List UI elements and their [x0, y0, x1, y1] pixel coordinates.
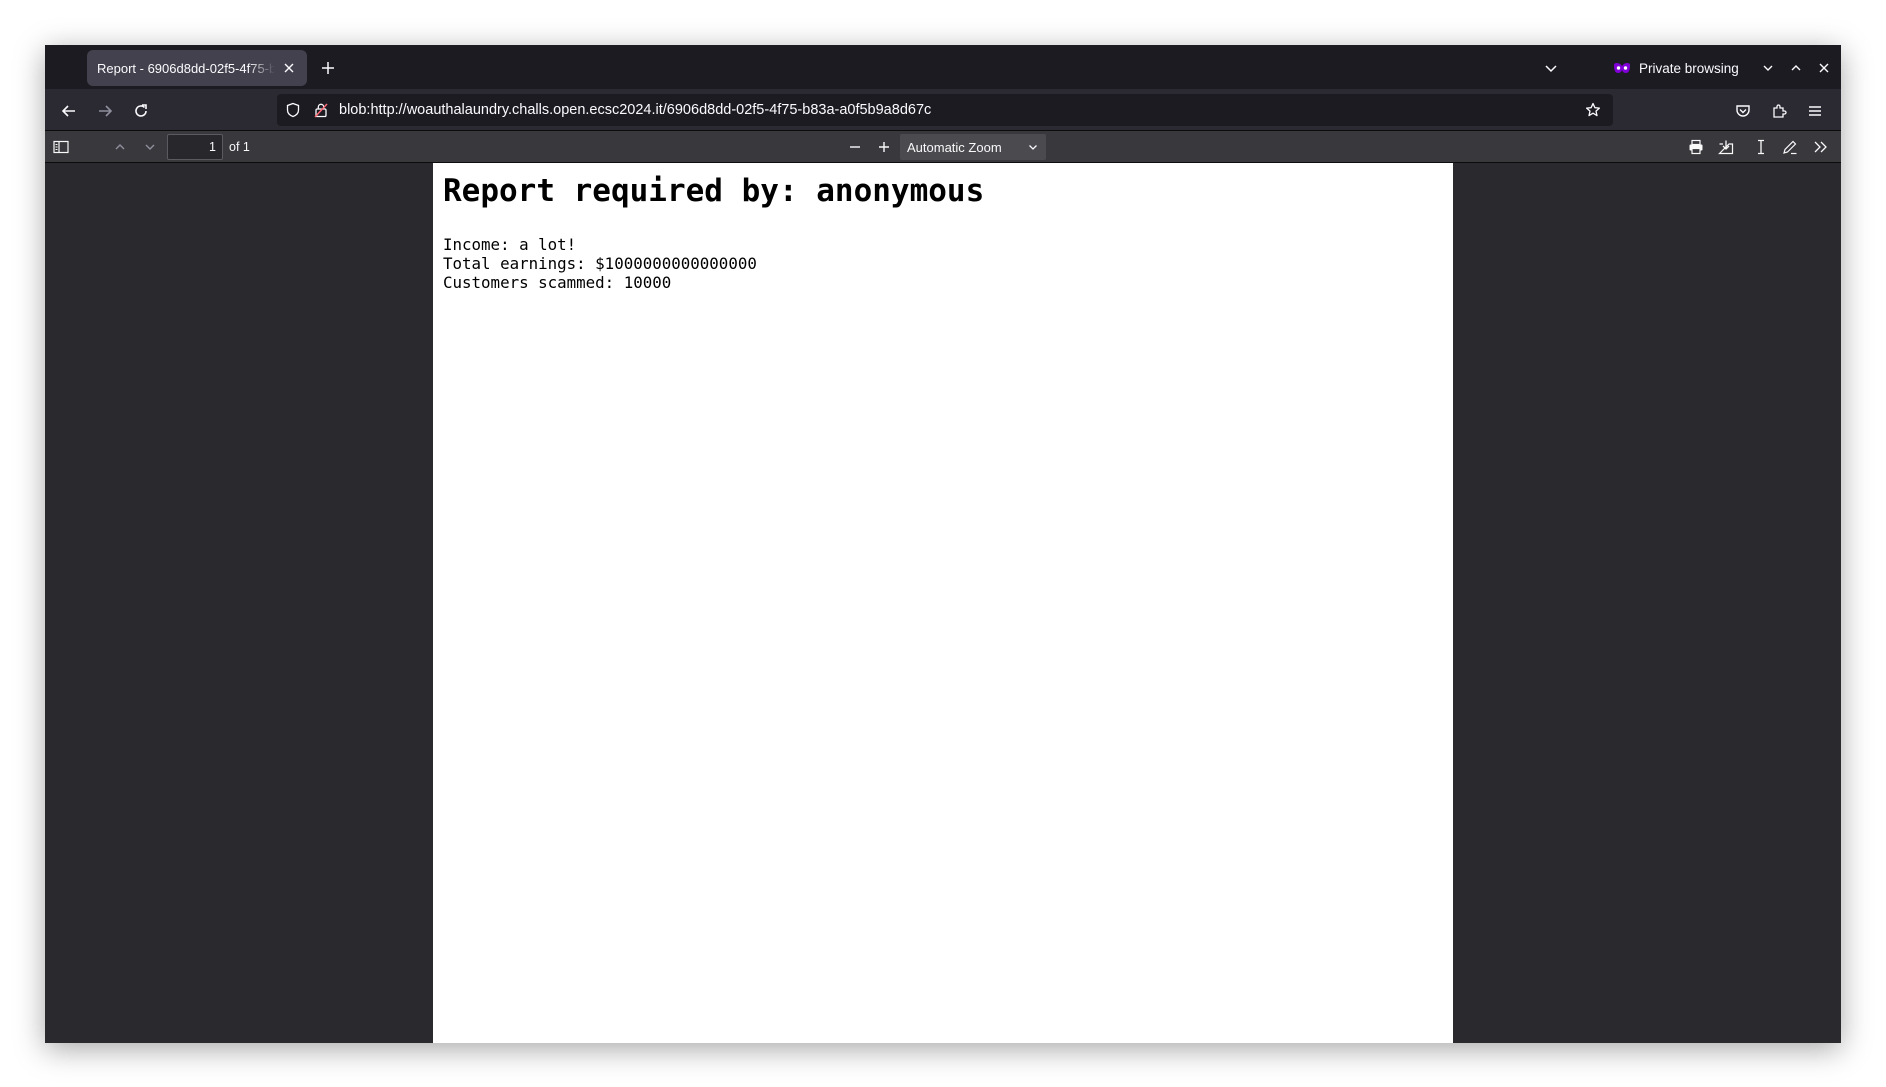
previous-page-button[interactable]	[107, 134, 133, 160]
download-icon	[1718, 139, 1734, 155]
pencil-icon	[1782, 139, 1798, 155]
zoom-out-button[interactable]	[842, 134, 868, 160]
tab-report[interactable]: Report - 6906d8dd-02f5-4f75-b83a-a0f5b9a…	[87, 50, 307, 86]
close-window-icon[interactable]	[1813, 55, 1835, 81]
text-tool-button[interactable]	[1748, 134, 1774, 160]
address-bar[interactable]: blob:http://woauthalaundry.challs.open.e…	[277, 94, 1613, 126]
income-line: Income: a lot!	[443, 235, 577, 254]
plus-icon	[877, 140, 891, 154]
puzzle-piece-icon	[1771, 103, 1787, 119]
text-cursor-icon	[1754, 139, 1768, 155]
chevron-up-icon	[114, 141, 126, 153]
customers-scammed-line: Customers scammed: 10000	[443, 273, 672, 292]
forward-arrow-icon	[97, 103, 113, 119]
zoom-select[interactable]: Automatic Zoom	[900, 134, 1046, 160]
zoom-select-value: Automatic Zoom	[907, 139, 1002, 155]
back-button[interactable]	[55, 97, 83, 125]
private-browsing-label: Private browsing	[1639, 60, 1739, 76]
url-text[interactable]: blob:http://woauthalaundry.challs.open.e…	[339, 102, 1579, 118]
maximize-icon[interactable]	[1785, 55, 1807, 81]
tab-close-icon[interactable]	[279, 58, 299, 78]
chevron-down-icon	[1026, 140, 1040, 154]
page-number-input[interactable]: 1	[167, 134, 223, 160]
app-menu-button[interactable]	[1801, 97, 1829, 125]
pdf-page: Report required by: anonymous Income: a …	[433, 163, 1453, 1043]
pdf-viewer-area[interactable]: Report required by: anonymous Income: a …	[45, 163, 1841, 1043]
pdf-toolbar: 1 of 1 Automatic Zoom	[45, 131, 1841, 163]
tracking-protection-shield-icon[interactable]	[281, 98, 305, 122]
total-earnings-line: Total earnings: $1000000000000000	[443, 254, 757, 273]
extensions-button[interactable]	[1765, 97, 1793, 125]
print-button[interactable]	[1683, 134, 1709, 160]
window-controls	[1757, 55, 1835, 81]
sidebar-toggle-icon	[53, 140, 69, 154]
page-count-label: of 1	[229, 140, 250, 154]
new-tab-button[interactable]	[315, 55, 341, 81]
draw-tool-button[interactable]	[1777, 134, 1803, 160]
private-browsing-indicator: Private browsing	[1613, 55, 1739, 81]
reload-icon	[133, 103, 149, 119]
save-button[interactable]	[1713, 134, 1739, 160]
pocket-icon	[1735, 103, 1751, 119]
insecure-lock-icon[interactable]	[309, 98, 333, 122]
zoom-in-button[interactable]	[871, 134, 897, 160]
next-page-button[interactable]	[137, 134, 163, 160]
tab-title: Report - 6906d8dd-02f5-4f75-b83a-a0f5b9a…	[97, 60, 275, 76]
reload-button[interactable]	[127, 97, 155, 125]
pocket-button[interactable]	[1729, 97, 1757, 125]
report-heading: Report required by: anonymous	[443, 173, 985, 209]
hamburger-menu-icon	[1807, 103, 1823, 119]
chevron-down-icon	[144, 141, 156, 153]
printer-icon	[1688, 139, 1704, 155]
tools-menu-button[interactable]	[1808, 134, 1834, 160]
minimize-icon[interactable]	[1757, 55, 1779, 81]
navigation-toolbar: blob:http://woauthalaundry.challs.open.e…	[45, 89, 1841, 131]
browser-window: Report - 6906d8dd-02f5-4f75-b83a-a0f5b9a…	[45, 45, 1841, 1043]
back-arrow-icon	[61, 103, 77, 119]
list-all-tabs-button[interactable]	[1538, 55, 1564, 81]
bookmark-star-icon[interactable]	[1579, 96, 1607, 124]
sidebar-toggle-button[interactable]	[48, 134, 74, 160]
double-chevron-right-icon	[1813, 140, 1829, 154]
private-browsing-icon	[1613, 62, 1631, 74]
minus-icon	[848, 140, 862, 154]
forward-button[interactable]	[91, 97, 119, 125]
tab-strip: Report - 6906d8dd-02f5-4f75-b83a-a0f5b9a…	[45, 45, 1841, 89]
